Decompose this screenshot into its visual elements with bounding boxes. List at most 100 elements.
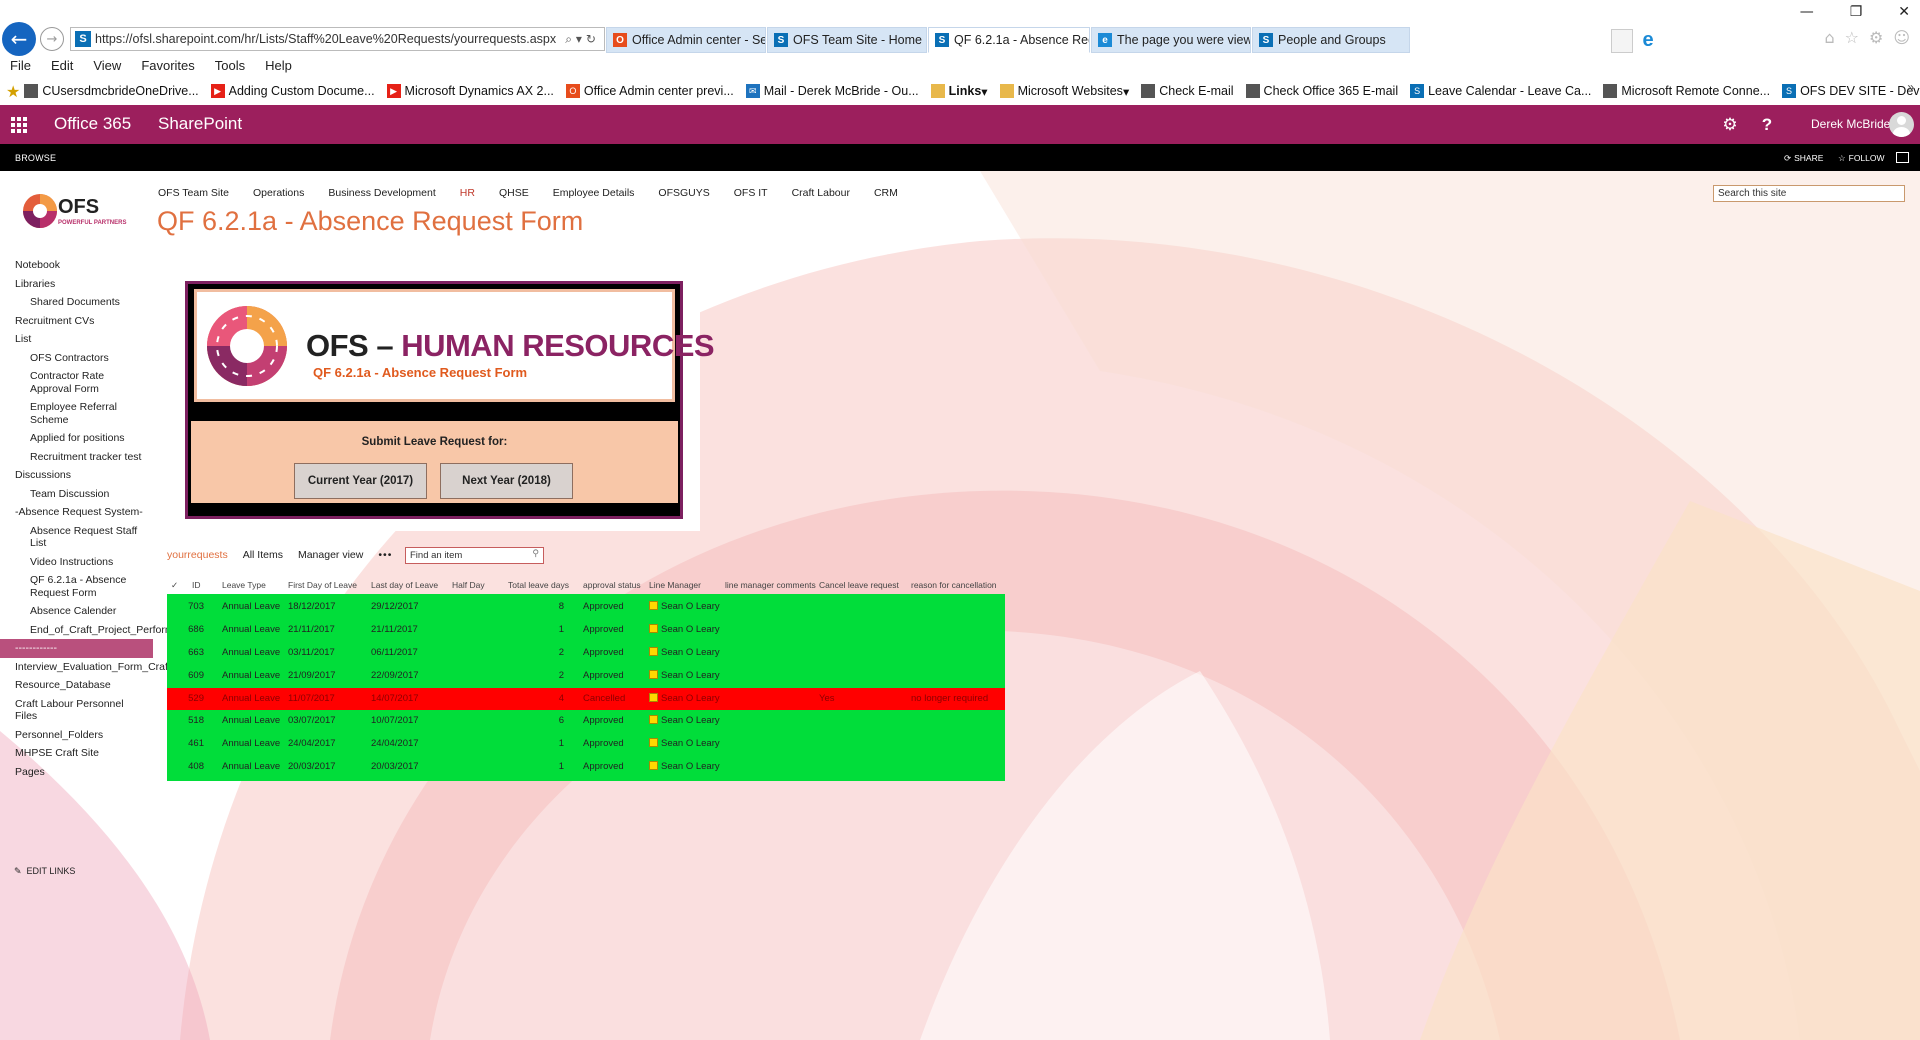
column-header[interactable]: First Day of Leave bbox=[288, 576, 357, 594]
next-year-button[interactable]: Next Year (2018) bbox=[440, 463, 573, 499]
left-nav-item[interactable]: Absence Calender bbox=[0, 602, 153, 621]
column-header[interactable]: line manager comments bbox=[725, 576, 816, 594]
left-nav-item[interactable]: Shared Documents bbox=[0, 293, 153, 312]
find-item-input[interactable]: Find an item ⚲ bbox=[405, 547, 544, 564]
favorites-star-icon[interactable]: ★ bbox=[6, 82, 20, 101]
menu-item[interactable]: Help bbox=[255, 56, 302, 76]
left-nav-item[interactable]: Interview_Evaluation_Form_Craft_Labour bbox=[0, 658, 209, 677]
left-nav-item[interactable]: List bbox=[0, 330, 153, 349]
forward-button[interactable]: → bbox=[40, 27, 64, 51]
cell-manager[interactable]: Sean O Leary bbox=[649, 688, 720, 711]
address-bar[interactable]: S https://ofsl.sharepoint.com/hr/Lists/S… bbox=[70, 27, 605, 51]
line-manager-name[interactable]: Sean O Leary bbox=[661, 601, 720, 612]
left-nav-item[interactable]: OFS Contractors bbox=[0, 349, 153, 368]
left-nav-item[interactable]: Notebook bbox=[0, 256, 153, 275]
browser-tab[interactable]: e The page you were viewing ha... bbox=[1091, 27, 1251, 53]
site-logo[interactable]: OFS POWERFUL PARTNERS bbox=[20, 190, 140, 232]
left-nav-item[interactable]: MHPSE Craft Site bbox=[0, 744, 153, 763]
view-tab[interactable]: All Items bbox=[243, 549, 283, 561]
left-nav-item[interactable]: Pages bbox=[0, 763, 153, 782]
table-row[interactable]: 686 Annual Leave 21/11/2017 21/11/2017 1 Appr… bbox=[167, 619, 1005, 642]
left-nav-item[interactable]: Personnel_Folders bbox=[0, 726, 153, 745]
browser-tab[interactable]: O Office Admin center - Services ... bbox=[606, 27, 766, 53]
top-nav-item[interactable]: OFS IT bbox=[734, 187, 768, 199]
search-icon[interactable]: ⚲ bbox=[532, 549, 539, 559]
menu-item[interactable]: View bbox=[83, 56, 131, 76]
top-nav-item[interactable]: Employee Details bbox=[553, 187, 635, 199]
column-header[interactable]: ✓ bbox=[171, 576, 178, 594]
restore-icon[interactable]: ❐ bbox=[1850, 4, 1863, 20]
follow-button[interactable]: ☆ FOLLOW bbox=[1838, 153, 1885, 164]
favorite-link[interactable]: Check E-mail bbox=[1141, 84, 1234, 98]
avatar[interactable] bbox=[1889, 112, 1914, 137]
top-nav-item[interactable]: OFS Team Site bbox=[158, 187, 229, 199]
browser-tab[interactable]: S OFS Team Site - Home bbox=[767, 27, 927, 53]
settings-icon[interactable]: ⚙ bbox=[1869, 28, 1883, 47]
table-row[interactable]: 609 Annual Leave 21/09/2017 22/09/2017 2 Appr… bbox=[167, 665, 1005, 688]
favorite-link[interactable]: O Office Admin center previ... bbox=[565, 84, 734, 98]
menu-item[interactable]: Edit bbox=[41, 56, 83, 76]
minimize-icon[interactable]: — bbox=[1800, 4, 1814, 20]
browser-tab[interactable]: S People and Groups bbox=[1252, 27, 1410, 53]
left-nav-item[interactable]: Recruitment tracker test bbox=[0, 448, 153, 467]
cell-manager[interactable]: Sean O Leary bbox=[649, 619, 720, 642]
column-header[interactable]: Total leave days bbox=[508, 576, 569, 594]
column-header[interactable]: Leave Type bbox=[222, 576, 266, 594]
cell-manager[interactable]: Sean O Leary bbox=[649, 710, 720, 733]
left-nav-item[interactable]: Resource_Database bbox=[0, 676, 153, 695]
chevron-right-icon[interactable]: » bbox=[1907, 80, 1914, 94]
favorite-link[interactable]: Links ▾ bbox=[930, 84, 988, 99]
left-nav-item[interactable]: Absence Request Staff List bbox=[0, 522, 153, 553]
column-header[interactable]: Half Day bbox=[452, 576, 485, 594]
menu-item[interactable]: File bbox=[0, 56, 41, 76]
table-row[interactable]: 408 Annual Leave 20/03/2017 20/03/2017 1 Appr… bbox=[167, 756, 1005, 779]
help-icon[interactable]: ? bbox=[1754, 105, 1780, 144]
ribbon-browse-tab[interactable]: BROWSE bbox=[15, 153, 56, 163]
table-row[interactable]: 529 Annual Leave 11/07/2017 14/07/2017 4 Canc… bbox=[167, 687, 1005, 711]
top-nav-item[interactable]: Operations bbox=[253, 187, 304, 199]
column-header[interactable]: approval status bbox=[583, 576, 641, 594]
menu-item[interactable]: Favorites bbox=[131, 56, 204, 76]
cell-manager[interactable]: Sean O Leary bbox=[649, 756, 720, 779]
table-row[interactable]: 663 Annual Leave 03/11/2017 06/11/2017 2 Appr… bbox=[167, 642, 1005, 665]
address-tools-icon[interactable]: ⌕▾↻ bbox=[561, 32, 604, 47]
focus-content-icon[interactable] bbox=[1896, 152, 1909, 163]
top-nav-item[interactable]: Craft Labour bbox=[792, 187, 850, 199]
home-icon[interactable]: ⌂ bbox=[1824, 28, 1834, 47]
gear-icon[interactable]: ⚙ bbox=[1717, 105, 1743, 144]
column-header[interactable]: ID bbox=[192, 576, 201, 594]
back-button[interactable]: ← bbox=[2, 22, 36, 56]
favorite-link[interactable]: ▶ Microsoft Dynamics AX 2... bbox=[386, 84, 554, 98]
line-manager-name[interactable]: Sean O Leary bbox=[661, 761, 720, 772]
table-row[interactable]: 461 Annual Leave 24/04/2017 24/04/2017 1 Appr… bbox=[167, 733, 1005, 756]
favorite-link[interactable]: SOFS DEV SITE - DevHome bbox=[1782, 84, 1920, 98]
line-manager-name[interactable]: Sean O Leary bbox=[661, 715, 720, 726]
nav-separator[interactable]: ------------ bbox=[0, 639, 153, 658]
left-nav-item[interactable]: Craft Labour Personnel Files bbox=[0, 695, 153, 726]
sharepoint-link[interactable]: SharePoint bbox=[158, 114, 242, 134]
left-nav-item[interactable]: QF 6.2.1a - Absence Request Form bbox=[0, 571, 153, 602]
top-nav-item[interactable]: QHSE bbox=[499, 187, 529, 199]
column-header[interactable]: reason for cancellation bbox=[911, 576, 997, 594]
new-tab-button[interactable] bbox=[1611, 29, 1633, 53]
favorite-link[interactable]: ▶ Adding Custom Docume... bbox=[210, 84, 375, 98]
browser-tab[interactable]: SQF 6.2.1a - Absence Reques...× bbox=[928, 27, 1090, 53]
top-nav-item[interactable]: Business Development bbox=[328, 187, 435, 199]
app-launcher-icon[interactable] bbox=[0, 105, 38, 144]
top-nav-item[interactable]: CRM bbox=[874, 187, 898, 199]
view-tab[interactable]: Manager view bbox=[298, 549, 363, 561]
favorite-link[interactable]: Microsoft Websites ▾ bbox=[999, 84, 1129, 99]
more-views-icon[interactable]: ••• bbox=[378, 549, 392, 561]
left-nav-item[interactable]: Libraries bbox=[0, 275, 153, 294]
favorite-link[interactable]: Check Office 365 E-mail bbox=[1245, 84, 1398, 98]
line-manager-name[interactable]: Sean O Leary bbox=[661, 693, 720, 704]
column-header[interactable]: Cancel leave request bbox=[819, 576, 899, 594]
left-nav-item[interactable]: Team Discussion bbox=[0, 485, 153, 504]
user-name[interactable]: Derek McBride bbox=[1811, 117, 1890, 131]
table-row[interactable]: 518 Annual Leave 03/07/2017 10/07/2017 6 Appr… bbox=[167, 710, 1005, 733]
top-nav-item[interactable]: OFSGUYS bbox=[658, 187, 709, 199]
star-icon[interactable]: ☆ bbox=[1845, 28, 1859, 47]
cell-manager[interactable]: Sean O Leary bbox=[649, 665, 720, 688]
site-search-input[interactable]: Search this site bbox=[1713, 185, 1905, 202]
smiley-icon[interactable]: ☺ bbox=[1893, 28, 1910, 47]
